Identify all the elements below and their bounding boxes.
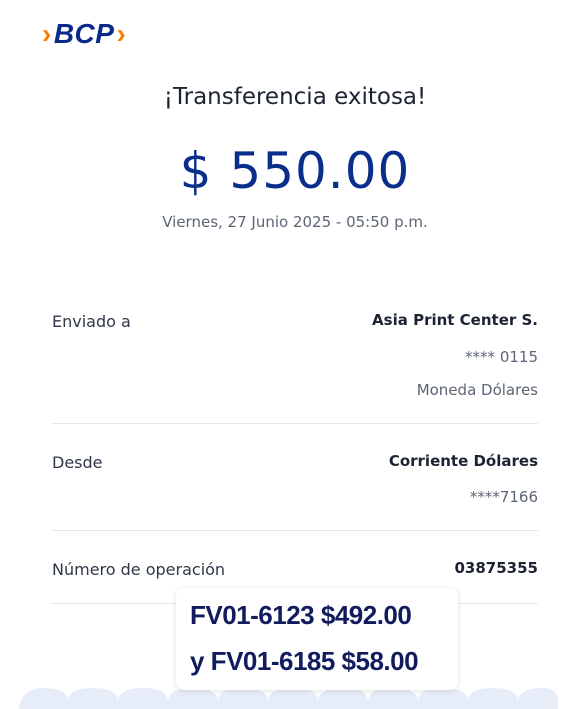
- logo-text: BCP: [53, 18, 115, 49]
- recipient-currency: Moneda Dólares: [416, 381, 538, 399]
- chevron-right-icon: ›: [116, 18, 127, 49]
- chevron-right-icon: ›: [42, 18, 52, 49]
- wave-footer-decoration: [18, 688, 558, 709]
- operation-number: 03875355: [454, 559, 539, 577]
- transfer-amount: $ 550.00: [179, 142, 411, 200]
- sent-to-label: Enviado a: [52, 312, 131, 331]
- transfer-datetime: Viernes, 27 Junio 2025 - 05:50 p.m.: [162, 213, 428, 231]
- divider: [52, 423, 538, 424]
- invoice-note-overlay: FV01-6123 $492.00 y FV01-6185 $58.00: [176, 588, 458, 690]
- page-title: ¡Transferencia exitosa!: [163, 84, 427, 110]
- from-label: Desde: [52, 453, 103, 472]
- divider: [52, 530, 538, 531]
- recipient-name: Asia Print Center S.: [372, 311, 538, 329]
- operation-number-label: Número de operación: [52, 560, 226, 579]
- bcp-logo: › BCP ›: [42, 18, 126, 50]
- note-line-1: FV01-6123 $492.00: [190, 600, 412, 630]
- note-line-2: y FV01-6185 $58.00: [190, 646, 419, 676]
- source-account-type: Corriente Dólares: [388, 452, 538, 470]
- transfer-receipt: › BCP › ¡Transferencia exitosa! $ 550.00…: [0, 0, 570, 709]
- recipient-account: **** 0115: [465, 348, 538, 366]
- source-account: ****7166: [469, 488, 538, 506]
